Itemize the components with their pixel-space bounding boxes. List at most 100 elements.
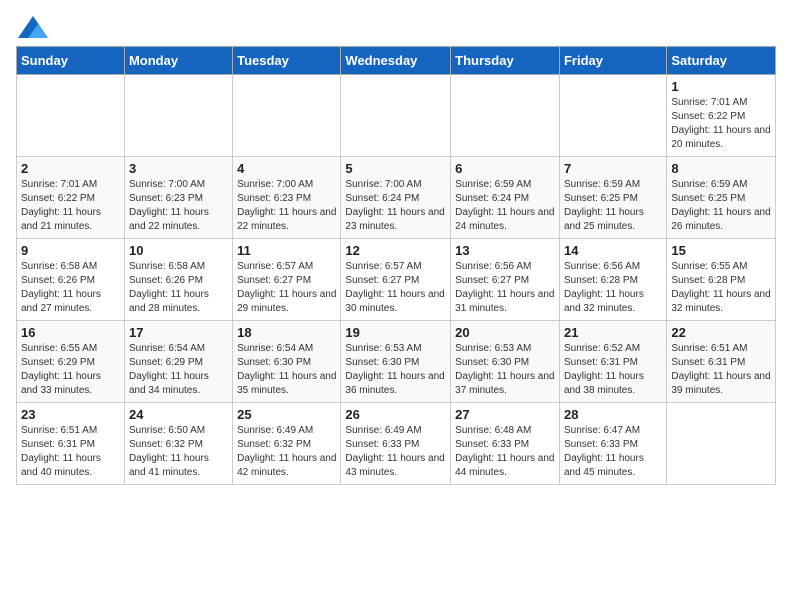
- day-info: Sunrise: 7:01 AM Sunset: 6:22 PM Dayligh…: [21, 178, 120, 234]
- day-info: Sunrise: 6:49 AM Sunset: 6:32 PM Dayligh…: [237, 424, 336, 480]
- calendar-cell: 5 Sunrise: 7:00 AM Sunset: 6:24 PM Daylig…: [341, 157, 451, 239]
- calendar-cell: 9 Sunrise: 6:58 AM Sunset: 6:26 PM Daylig…: [17, 239, 125, 321]
- day-info: Sunrise: 6:59 AM Sunset: 6:25 PM Dayligh…: [671, 178, 771, 234]
- day-info: Sunrise: 6:48 AM Sunset: 6:33 PM Dayligh…: [455, 424, 555, 480]
- day-info: Sunrise: 6:59 AM Sunset: 6:24 PM Dayligh…: [455, 178, 555, 234]
- day-info: Sunrise: 6:50 AM Sunset: 6:32 PM Dayligh…: [129, 424, 228, 480]
- calendar-cell: 2Sunrise: 7:01 AM Sunset: 6:22 PM Daylig…: [17, 157, 125, 239]
- calendar-cell: 11 Sunrise: 6:57 AM Sunset: 6:27 PM Dayli…: [233, 239, 341, 321]
- day-info: Sunrise: 6:51 AM Sunset: 6:31 PM Dayligh…: [21, 424, 120, 480]
- day-number: 24: [129, 407, 228, 422]
- day-info: Sunrise: 6:52 AM Sunset: 6:31 PM Dayligh…: [564, 342, 662, 398]
- day-info: Sunrise: 6:56 AM Sunset: 6:27 PM Dayligh…: [455, 260, 555, 316]
- day-number: 3: [129, 161, 228, 176]
- day-info: Sunrise: 6:58 AM Sunset: 6:26 PM Dayligh…: [129, 260, 228, 316]
- day-number: 7: [564, 161, 662, 176]
- day-number: 19: [345, 325, 446, 340]
- day-number: 21: [564, 325, 662, 340]
- logo: [16, 16, 48, 38]
- calendar-cell: 6 Sunrise: 6:59 AM Sunset: 6:24 PM Daylig…: [451, 157, 560, 239]
- day-info: Sunrise: 6:54 AM Sunset: 6:29 PM Dayligh…: [129, 342, 228, 398]
- calendar-cell: 7Sunrise: 6:59 AM Sunset: 6:25 PM Daylig…: [559, 157, 666, 239]
- day-number: 14: [564, 243, 662, 258]
- calendar-cell: 20 Sunrise: 6:53 AM Sunset: 6:30 PM Dayli…: [451, 321, 560, 403]
- day-info: Sunrise: 6:53 AM Sunset: 6:30 PM Dayligh…: [345, 342, 446, 398]
- day-info: Sunrise: 6:49 AM Sunset: 6:33 PM Dayligh…: [345, 424, 446, 480]
- calendar-cell: [17, 75, 125, 157]
- day-header-sunday: Sunday: [17, 47, 125, 75]
- day-number: 17: [129, 325, 228, 340]
- calendar-table: SundayMondayTuesdayWednesdayThursdayFrid…: [16, 46, 776, 485]
- calendar-cell: 14 Sunrise: 6:56 AM Sunset: 6:28 PM Dayli…: [559, 239, 666, 321]
- day-number: 6: [455, 161, 555, 176]
- calendar-cell: 22 Sunrise: 6:51 AM Sunset: 6:31 PM Dayli…: [667, 321, 776, 403]
- calendar-cell: 10 Sunrise: 6:58 AM Sunset: 6:26 PM Dayli…: [124, 239, 232, 321]
- day-number: 20: [455, 325, 555, 340]
- day-number: 26: [345, 407, 446, 422]
- day-number: 16: [21, 325, 120, 340]
- calendar-cell: 4 Sunrise: 7:00 AM Sunset: 6:23 PM Daylig…: [233, 157, 341, 239]
- day-number: 18: [237, 325, 336, 340]
- calendar-header-row: SundayMondayTuesdayWednesdayThursdayFrid…: [17, 47, 776, 75]
- day-info: Sunrise: 6:55 AM Sunset: 6:28 PM Dayligh…: [671, 260, 771, 316]
- calendar-cell: 24 Sunrise: 6:50 AM Sunset: 6:32 PM Dayli…: [124, 403, 232, 485]
- day-number: 9: [21, 243, 120, 258]
- calendar-cell: [124, 75, 232, 157]
- calendar-cell: 25 Sunrise: 6:49 AM Sunset: 6:32 PM Dayli…: [233, 403, 341, 485]
- day-number: 22: [671, 325, 771, 340]
- day-number: 10: [129, 243, 228, 258]
- day-info: Sunrise: 6:56 AM Sunset: 6:28 PM Dayligh…: [564, 260, 662, 316]
- calendar-cell: 3Sunrise: 7:00 AM Sunset: 6:23 PM Daylig…: [124, 157, 232, 239]
- day-number: 23: [21, 407, 120, 422]
- logo-icon: [18, 16, 48, 38]
- calendar-cell: [451, 75, 560, 157]
- calendar-cell: 17 Sunrise: 6:54 AM Sunset: 6:29 PM Dayli…: [124, 321, 232, 403]
- day-info: Sunrise: 6:55 AM Sunset: 6:29 PM Dayligh…: [21, 342, 120, 398]
- day-info: Sunrise: 6:54 AM Sunset: 6:30 PM Dayligh…: [237, 342, 336, 398]
- calendar-cell: [341, 75, 451, 157]
- day-info: Sunrise: 7:01 AM Sunset: 6:22 PM Dayligh…: [671, 96, 771, 152]
- day-number: 4: [237, 161, 336, 176]
- day-number: 25: [237, 407, 336, 422]
- calendar-week-2: 2Sunrise: 7:01 AM Sunset: 6:22 PM Daylig…: [17, 157, 776, 239]
- calendar-week-5: 23 Sunrise: 6:51 AM Sunset: 6:31 PM Dayli…: [17, 403, 776, 485]
- day-info: Sunrise: 6:51 AM Sunset: 6:31 PM Dayligh…: [671, 342, 771, 398]
- day-number: 28: [564, 407, 662, 422]
- day-info: Sunrise: 7:00 AM Sunset: 6:23 PM Dayligh…: [237, 178, 336, 234]
- day-header-saturday: Saturday: [667, 47, 776, 75]
- day-info: Sunrise: 7:00 AM Sunset: 6:24 PM Dayligh…: [345, 178, 446, 234]
- page-header: [16, 16, 776, 38]
- day-number: 15: [671, 243, 771, 258]
- calendar-cell: 18 Sunrise: 6:54 AM Sunset: 6:30 PM Dayli…: [233, 321, 341, 403]
- calendar-cell: 1Sunrise: 7:01 AM Sunset: 6:22 PM Daylig…: [667, 75, 776, 157]
- calendar-cell: 28 Sunrise: 6:47 AM Sunset: 6:33 PM Dayli…: [559, 403, 666, 485]
- day-header-tuesday: Tuesday: [233, 47, 341, 75]
- day-number: 8: [671, 161, 771, 176]
- day-info: Sunrise: 6:58 AM Sunset: 6:26 PM Dayligh…: [21, 260, 120, 316]
- calendar-cell: 21 Sunrise: 6:52 AM Sunset: 6:31 PM Dayli…: [559, 321, 666, 403]
- day-info: Sunrise: 6:53 AM Sunset: 6:30 PM Dayligh…: [455, 342, 555, 398]
- calendar-week-4: 16 Sunrise: 6:55 AM Sunset: 6:29 PM Dayli…: [17, 321, 776, 403]
- day-header-friday: Friday: [559, 47, 666, 75]
- day-info: Sunrise: 6:57 AM Sunset: 6:27 PM Dayligh…: [345, 260, 446, 316]
- day-number: 5: [345, 161, 446, 176]
- calendar-cell: 23 Sunrise: 6:51 AM Sunset: 6:31 PM Dayli…: [17, 403, 125, 485]
- day-number: 13: [455, 243, 555, 258]
- day-number: 11: [237, 243, 336, 258]
- calendar-cell: 16 Sunrise: 6:55 AM Sunset: 6:29 PM Dayli…: [17, 321, 125, 403]
- day-info: Sunrise: 6:57 AM Sunset: 6:27 PM Dayligh…: [237, 260, 336, 316]
- calendar-cell: 12Sunrise: 6:57 AM Sunset: 6:27 PM Dayli…: [341, 239, 451, 321]
- day-info: Sunrise: 6:47 AM Sunset: 6:33 PM Dayligh…: [564, 424, 662, 480]
- calendar-week-1: 1Sunrise: 7:01 AM Sunset: 6:22 PM Daylig…: [17, 75, 776, 157]
- day-number: 27: [455, 407, 555, 422]
- day-header-wednesday: Wednesday: [341, 47, 451, 75]
- day-header-thursday: Thursday: [451, 47, 560, 75]
- calendar-cell: 8 Sunrise: 6:59 AM Sunset: 6:25 PM Daylig…: [667, 157, 776, 239]
- calendar-cell: [667, 403, 776, 485]
- calendar-cell: [559, 75, 666, 157]
- calendar-cell: [233, 75, 341, 157]
- calendar-cell: 19 Sunrise: 6:53 AM Sunset: 6:30 PM Dayli…: [341, 321, 451, 403]
- calendar-cell: 26 Sunrise: 6:49 AM Sunset: 6:33 PM Dayli…: [341, 403, 451, 485]
- day-header-monday: Monday: [124, 47, 232, 75]
- calendar-cell: 13 Sunrise: 6:56 AM Sunset: 6:27 PM Dayli…: [451, 239, 560, 321]
